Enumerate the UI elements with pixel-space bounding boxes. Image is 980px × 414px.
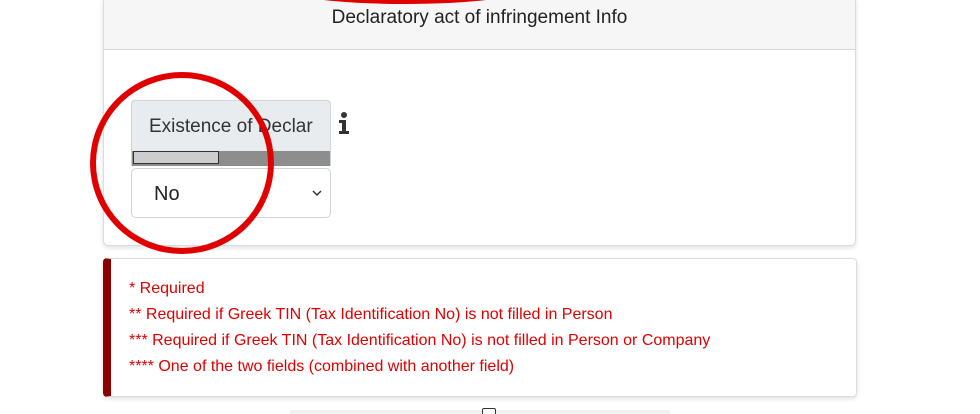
- page: Declaratory act of infringement Info Exi…: [0, 0, 980, 414]
- requirements-notes: * Required ** Required if Greek TIN (Tax…: [103, 258, 857, 397]
- note-line: ** Required if Greek TIN (Tax Identifica…: [129, 306, 613, 323]
- chevron-down-icon: [312, 190, 322, 197]
- note-line: *** Required if Greek TIN (Tax Identific…: [129, 332, 711, 349]
- info-icon[interactable]: [338, 111, 350, 135]
- annotation-circle: [90, 72, 274, 254]
- note-line: **** One of the two fields (combined wit…: [129, 358, 515, 375]
- note-line: * Required: [129, 280, 205, 297]
- card-header: Declaratory act of infringement Info: [104, 0, 855, 50]
- card-title: Declaratory act of infringement Info: [331, 7, 628, 28]
- bottom-checkbox[interactable]: [482, 408, 496, 414]
- bottom-strip: [290, 410, 670, 414]
